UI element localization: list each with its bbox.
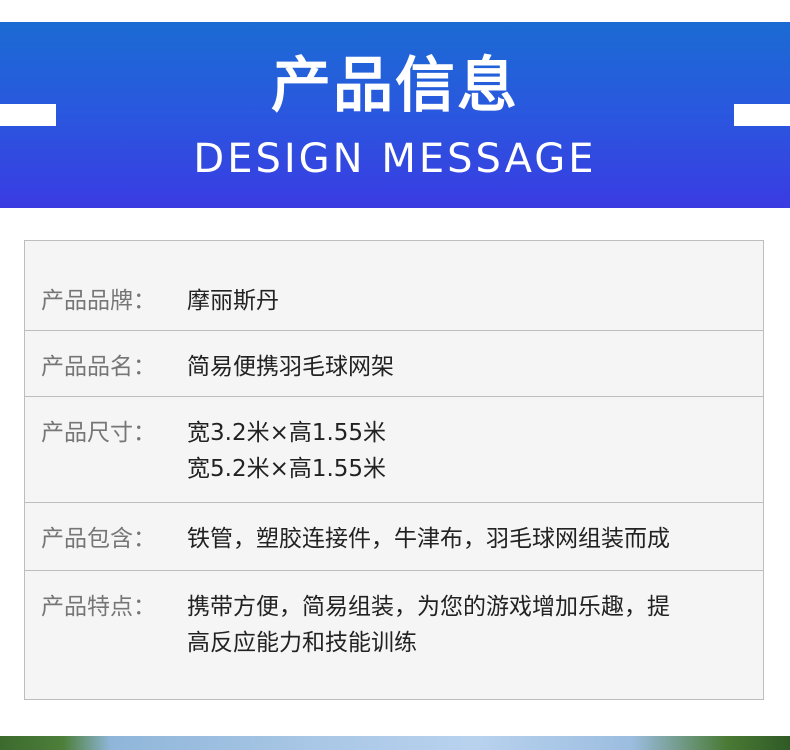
info-row-features: 产品特点： 携带方便，简易组装，为您的游戏增加乐趣，提 高反应能力和技能训练	[25, 571, 763, 699]
row-label-size: 产品尺寸：	[41, 420, 156, 446]
info-row-brand: 产品品牌： 摩丽斯丹	[25, 241, 763, 331]
row-value-features: 携带方便，简易组装，为您的游戏增加乐趣，提 高反应能力和技能训练	[187, 589, 757, 661]
product-info-page: 产品信息 DESIGN MESSAGE 产品品牌： 摩丽斯丹 产品品名： 简易便…	[0, 0, 790, 750]
row-value-line: 宽5.2米×高1.55米	[187, 456, 387, 482]
info-row-size: 产品尺寸： 宽3.2米×高1.55米 宽5.2米×高1.55米	[25, 397, 763, 503]
row-value-line: 携带方便，简易组装，为您的游戏增加乐趣，提	[187, 594, 670, 620]
row-value-line: 简易便携羽毛球网架	[187, 354, 394, 380]
row-label-name: 产品品名：	[41, 354, 156, 380]
info-row-name: 产品品名： 简易便携羽毛球网架	[25, 331, 763, 397]
banner-title: 产品信息	[271, 51, 519, 121]
product-photo-strip	[0, 736, 790, 750]
row-value-size: 宽3.2米×高1.55米 宽5.2米×高1.55米	[187, 415, 757, 487]
row-label-features: 产品特点：	[41, 594, 156, 620]
header-banner: 产品信息 DESIGN MESSAGE	[0, 22, 790, 208]
row-value-line: 铁管，塑胶连接件，牛津布，羽毛球网组装而成	[187, 526, 670, 552]
banner-subtitle: DESIGN MESSAGE	[193, 136, 597, 182]
product-info-table: 产品品牌： 摩丽斯丹 产品品名： 简易便携羽毛球网架 产品尺寸： 宽3.2米×高…	[24, 240, 764, 700]
row-value-contents: 铁管，塑胶连接件，牛津布，羽毛球网组装而成	[187, 521, 757, 557]
row-value-brand: 摩丽斯丹	[187, 283, 757, 319]
info-row-contents: 产品包含： 铁管，塑胶连接件，牛津布，羽毛球网组装而成	[25, 503, 763, 571]
row-value-line: 摩丽斯丹	[187, 288, 279, 314]
row-value-line: 高反应能力和技能训练	[187, 630, 417, 656]
row-label-brand: 产品品牌：	[41, 288, 156, 314]
row-label-contents: 产品包含：	[41, 526, 156, 552]
row-value-line: 宽3.2米×高1.55米	[187, 420, 387, 446]
row-value-name: 简易便携羽毛球网架	[187, 349, 757, 385]
